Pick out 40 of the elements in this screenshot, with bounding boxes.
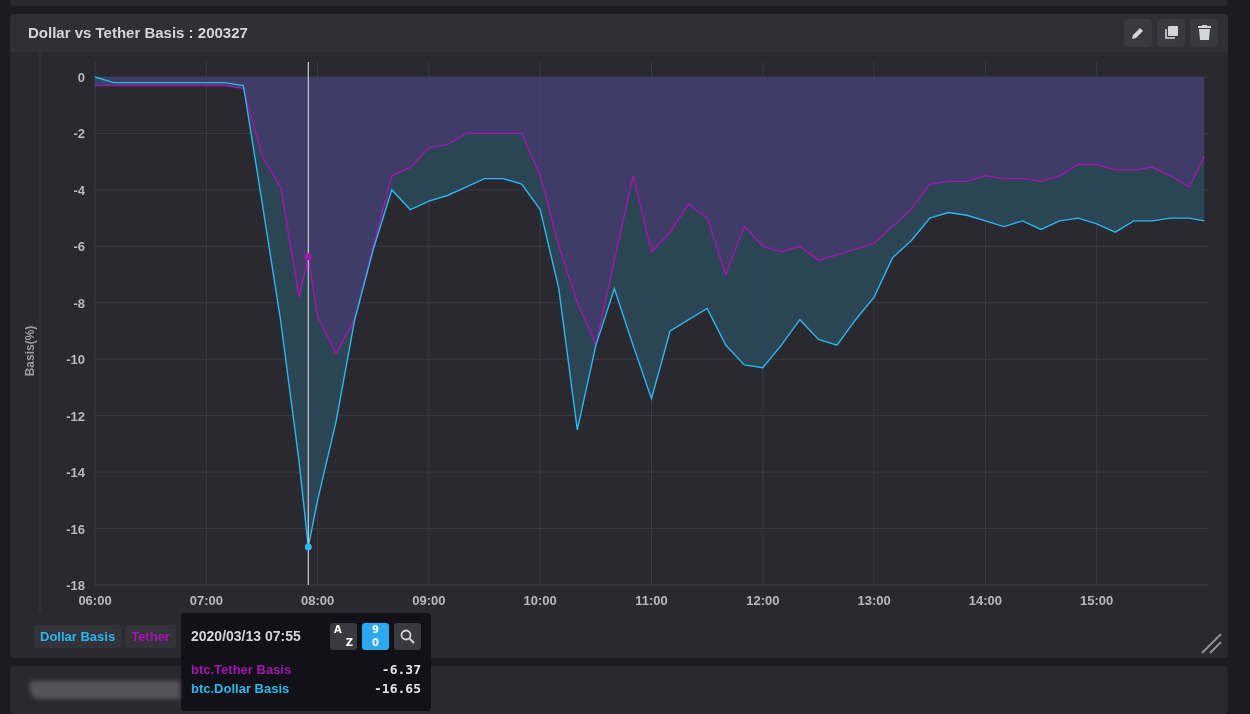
y-tick-label: -2 <box>73 126 85 142</box>
y-axis-title: Basis(%) <box>23 325 37 377</box>
delete-button[interactable] <box>1190 19 1218 47</box>
y-tick-label: -4 <box>73 182 85 198</box>
series-name: btc.Tether Basis <box>191 662 292 677</box>
trash-icon <box>1197 25 1211 41</box>
y-tick-label: -14 <box>66 465 85 481</box>
x-tick-label: 11:00 <box>635 593 668 608</box>
series-value: -6.37 <box>381 662 421 677</box>
copy-button[interactable] <box>1157 19 1185 47</box>
x-tick-label: 07:00 <box>189 593 223 608</box>
sort-button[interactable]: A Z <box>330 623 357 650</box>
y-tick-label: -6 <box>73 239 85 255</box>
y-tick-label: 0 <box>77 70 85 85</box>
edit-button[interactable] <box>1124 19 1152 47</box>
series-name: btc.Dollar Basis <box>191 681 290 696</box>
legend-item[interactable]: Dollar Basis <box>34 625 122 648</box>
panel-title: Dollar vs Tether Basis : 200327 <box>28 24 249 42</box>
x-tick-label: 06:00 <box>78 593 112 608</box>
x-tick-label: 12:00 <box>746 593 780 608</box>
x-tick-label: 15:00 <box>1080 593 1114 608</box>
y-tick-label: -10 <box>66 352 85 368</box>
series-value: -16.65 <box>374 681 421 696</box>
hover-point <box>304 253 312 261</box>
y-tick-label: -12 <box>66 408 85 424</box>
resize-handle-icon[interactable] <box>1200 632 1222 655</box>
tooltip-time: 2020/03/13 07:55 <box>191 628 302 645</box>
x-tick-label: 13:00 <box>857 593 891 608</box>
search-icon <box>400 629 415 644</box>
pencil-icon <box>1131 26 1145 40</box>
y-tick-label: -8 <box>73 295 85 311</box>
x-tick-label: 14:00 <box>968 593 1003 608</box>
x-tick-label: 09:00 <box>412 593 446 608</box>
y-tick-label: -18 <box>66 578 85 593</box>
x-tick-label: 08:00 <box>301 593 335 608</box>
hover-point <box>304 543 312 551</box>
copy-icon <box>1163 25 1179 41</box>
x-tick-label: 10:00 <box>523 593 557 608</box>
y-tick-label: -16 <box>66 521 85 537</box>
search-button[interactable] <box>394 623 421 650</box>
